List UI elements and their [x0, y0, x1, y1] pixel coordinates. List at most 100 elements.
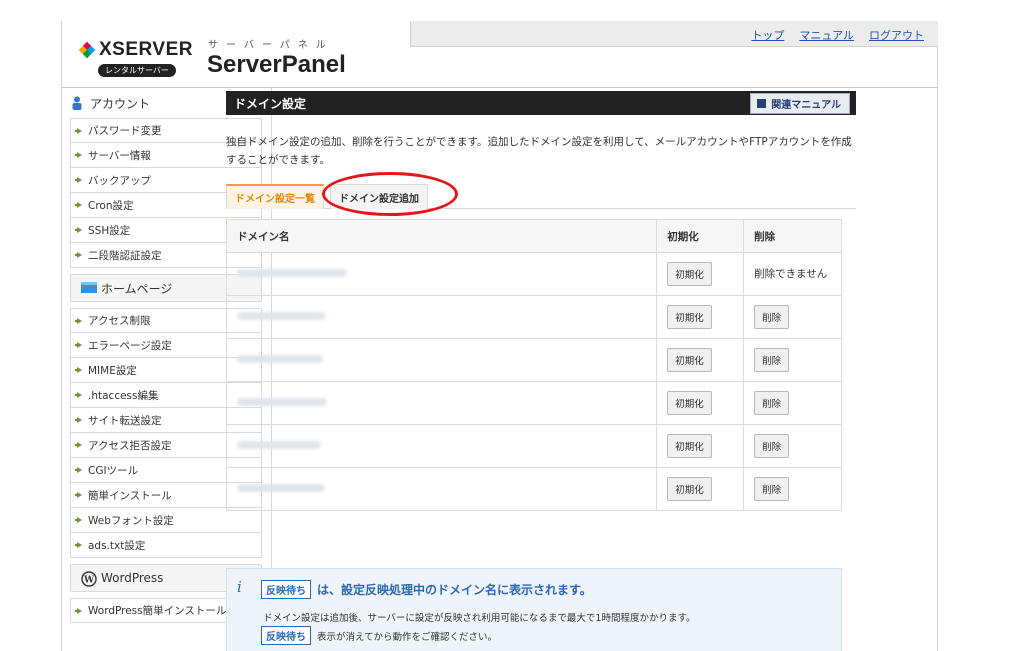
- blurred-domain: [237, 398, 327, 406]
- pending-badge: 反映待ち: [261, 580, 311, 599]
- account-section-title: アカウント: [90, 96, 151, 111]
- section-title-bar: ドメイン設定 関連マニュアル: [226, 91, 856, 115]
- sidebar-item-homepage[interactable]: ads.txt設定: [70, 533, 262, 558]
- book-icon: [757, 98, 767, 108]
- related-manual-label: 関連マニュアル: [771, 99, 841, 111]
- sidebar-item-label: 簡単インストール: [88, 489, 172, 502]
- delete-cell: 削除: [743, 381, 842, 425]
- cannot-delete-text: 削除できません: [754, 268, 828, 280]
- delete-cell: 削除: [743, 295, 842, 339]
- delete-button[interactable]: 削除: [754, 305, 790, 329]
- init-button[interactable]: 初期化: [667, 477, 712, 501]
- sidebar-item-label: MIME設定: [88, 364, 137, 377]
- wordpress-icon: W: [81, 571, 97, 587]
- wordpress-section-title: WordPress: [101, 571, 164, 585]
- page-title: ドメイン設定: [234, 96, 307, 111]
- logout-link[interactable]: ログアウト: [869, 27, 924, 43]
- table-row: 初期化 削除: [225, 295, 842, 339]
- sidebar-item-label: CGIツール: [88, 464, 139, 477]
- init-cell: 初期化: [656, 467, 745, 511]
- sidebar-item-label: アクセス拒否設定: [88, 439, 172, 452]
- sidebar-item-label: WordPress簡単インストール: [88, 605, 227, 617]
- highlight-circle-annotation: [322, 172, 458, 216]
- sidebar-item-label: パスワード変更: [88, 125, 162, 137]
- info-icon: i: [237, 578, 242, 596]
- arrow-right-icon: [75, 317, 85, 325]
- blurred-domain: [237, 355, 323, 363]
- table-row: 初期化 削除: [225, 467, 842, 511]
- arrow-right-icon: [75, 516, 85, 524]
- arrow-right-icon: [75, 366, 85, 374]
- init-button[interactable]: 初期化: [667, 434, 712, 458]
- logo-text: XSERVER: [99, 39, 193, 60]
- sidebar-item-label: バックアップ: [88, 174, 151, 187]
- sidebar-item-label: サーバー情報: [88, 149, 151, 162]
- sidebar-item-label: .htaccess編集: [88, 389, 159, 402]
- manual-link[interactable]: マニュアル: [799, 27, 854, 43]
- init-button[interactable]: 初期化: [667, 391, 712, 415]
- delete-button[interactable]: 削除: [754, 434, 790, 458]
- top-bar: トップ マニュアル ログアウト: [410, 21, 938, 47]
- arrow-right-icon: [75, 251, 85, 259]
- related-manual-button[interactable]: 関連マニュアル: [750, 92, 850, 114]
- arrow-right-icon: [75, 127, 85, 135]
- init-cell: 初期化: [656, 252, 745, 296]
- tab-domain-list[interactable]: ドメイン設定一覧: [226, 184, 324, 209]
- logo-subtitle: レンタルサーバー: [98, 64, 176, 77]
- delete-cell: 削除できません: [743, 252, 842, 296]
- top-link[interactable]: トップ: [751, 27, 784, 43]
- init-cell: 初期化: [656, 295, 745, 339]
- table-row: 初期化 削除: [225, 338, 842, 382]
- user-icon: [70, 96, 84, 110]
- info-line-2: 表示が消えてから動作をご確認ください。: [317, 631, 498, 643]
- sidebar-item-label: エラーページ設定: [88, 339, 172, 352]
- sidebar-item-label: ads.txt設定: [88, 539, 146, 552]
- init-cell: 初期化: [656, 338, 745, 382]
- blurred-domain: [237, 312, 325, 320]
- info-line-1: ドメイン設定は追加後、サーバーに設定が反映され利用可能になるまで最大で1時間程度…: [263, 613, 696, 624]
- sidebar-item-label: SSH設定: [88, 224, 131, 237]
- main-content: ドメイン設定 関連マニュアル 独自ドメイン設定の追加、削除を行うことができます。…: [225, 91, 856, 511]
- sidebar-item-homepage[interactable]: Webフォント設定: [70, 508, 262, 533]
- arrow-right-icon: [75, 466, 85, 474]
- monitor-icon: [81, 281, 97, 295]
- arrow-right-icon: [75, 201, 85, 209]
- init-button[interactable]: 初期化: [667, 305, 712, 329]
- pending-badge: 反映待ち: [261, 626, 311, 645]
- arrow-right-icon: [75, 416, 85, 424]
- info-notice-box: i 反映待ち は、設定反映処理中のドメイン名に表示されます。 ドメイン設定は追加…: [226, 568, 842, 651]
- diamond-logo-icon: [78, 41, 96, 59]
- init-cell: 初期化: [656, 381, 745, 425]
- init-button[interactable]: 初期化: [667, 262, 712, 286]
- arrow-right-icon: [75, 541, 85, 549]
- delete-column-header: 削除: [743, 219, 842, 253]
- delete-cell: 削除: [743, 467, 842, 511]
- domain-name-cell: [225, 424, 658, 468]
- init-button[interactable]: 初期化: [667, 348, 712, 372]
- sidebar-item-label: アクセス制限: [88, 315, 151, 327]
- arrow-right-icon: [75, 391, 85, 399]
- sidebar-item-label: サイト転送設定: [88, 414, 162, 427]
- domain-name-cell: [225, 338, 658, 382]
- panel-title: ServerPanel: [207, 51, 346, 78]
- xserver-logo[interactable]: XSERVER レンタルサーバー: [78, 39, 200, 77]
- delete-cell: 削除: [743, 424, 842, 468]
- delete-button[interactable]: 削除: [754, 477, 790, 501]
- tab-bar: ドメイン設定一覧 ドメイン設定追加: [226, 172, 856, 216]
- delete-button[interactable]: 削除: [754, 391, 790, 415]
- blurred-domain: [237, 441, 321, 449]
- panel-subtitle: サーバーパネル: [208, 40, 334, 51]
- table-header-row: ドメイン名 初期化 削除: [225, 219, 842, 253]
- arrow-right-icon: [75, 176, 85, 184]
- init-cell: 初期化: [656, 424, 745, 468]
- domain-name-cell: [225, 252, 658, 296]
- sidebar-item-label: Cron設定: [88, 199, 134, 212]
- sidebar-item-label: Webフォント設定: [88, 514, 174, 527]
- tab-domain-list-label: ドメイン設定一覧: [235, 194, 315, 205]
- page-description: 独自ドメイン設定の追加、削除を行うことができます。追加したドメイン設定を利用して…: [226, 136, 852, 166]
- svg-text:W: W: [83, 576, 95, 586]
- domain-table: ドメイン名 初期化 削除 初期化 削除できません 初期化 削除 初期化 削除 初…: [225, 219, 842, 511]
- domain-column-header: ドメイン名: [225, 219, 658, 253]
- table-row: 初期化 削除: [225, 381, 842, 425]
- delete-button[interactable]: 削除: [754, 348, 790, 372]
